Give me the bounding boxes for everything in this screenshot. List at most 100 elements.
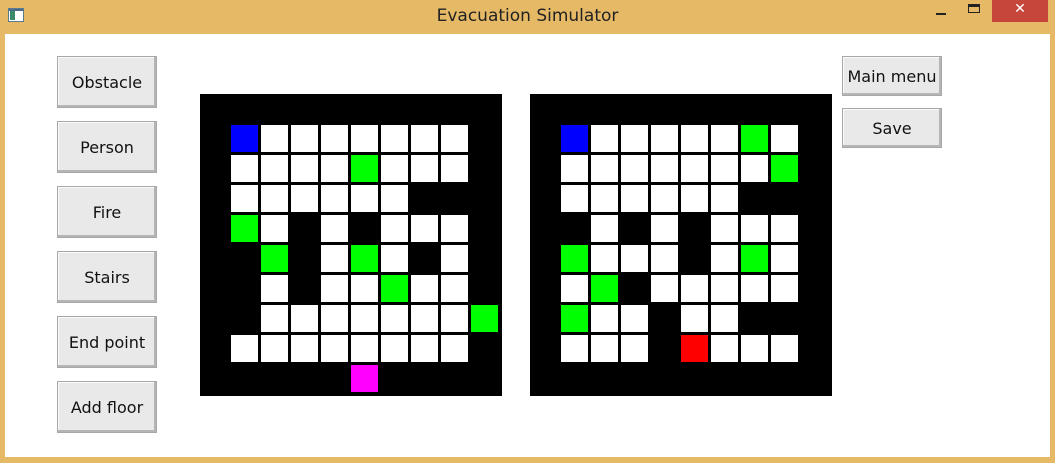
floor-cell[interactable] bbox=[290, 154, 319, 183]
floor-cell[interactable] bbox=[290, 304, 319, 333]
floor-cell[interactable] bbox=[620, 124, 649, 153]
floor-cell[interactable] bbox=[440, 244, 469, 273]
floor-cell[interactable] bbox=[320, 244, 349, 273]
floor-cell[interactable] bbox=[350, 274, 379, 303]
floor-cell[interactable] bbox=[380, 334, 409, 363]
stairs-cell[interactable] bbox=[560, 124, 589, 153]
floor-cell[interactable] bbox=[710, 274, 739, 303]
person-cell[interactable] bbox=[590, 274, 619, 303]
floor-cell[interactable] bbox=[740, 334, 769, 363]
person-cell[interactable] bbox=[470, 304, 499, 333]
floor-cell[interactable] bbox=[710, 244, 739, 273]
main-menu-button[interactable]: Main menu bbox=[842, 56, 942, 96]
floor-cell[interactable] bbox=[380, 214, 409, 243]
floor-cell[interactable] bbox=[410, 124, 439, 153]
floor-cell[interactable] bbox=[260, 154, 289, 183]
floor-cell[interactable] bbox=[410, 304, 439, 333]
floor-cell[interactable] bbox=[260, 334, 289, 363]
person-cell[interactable] bbox=[380, 274, 409, 303]
floor-cell[interactable] bbox=[590, 334, 619, 363]
floor-cell[interactable] bbox=[620, 244, 649, 273]
floor-cell[interactable] bbox=[680, 304, 709, 333]
floor-cell[interactable] bbox=[230, 334, 259, 363]
floor-cell[interactable] bbox=[590, 304, 619, 333]
floor-cell[interactable] bbox=[770, 334, 799, 363]
floor-grid-2[interactable] bbox=[530, 94, 832, 396]
floor-cell[interactable] bbox=[770, 124, 799, 153]
floor-cell[interactable] bbox=[560, 334, 589, 363]
stairs-button[interactable]: Stairs bbox=[57, 251, 157, 303]
floor-cell[interactable] bbox=[710, 124, 739, 153]
floor-cell[interactable] bbox=[560, 274, 589, 303]
person-cell[interactable] bbox=[230, 214, 259, 243]
floor-cell[interactable] bbox=[710, 154, 739, 183]
floor-cell[interactable] bbox=[620, 154, 649, 183]
floor-cell[interactable] bbox=[650, 184, 679, 213]
floor-cell[interactable] bbox=[260, 214, 289, 243]
floor-cell[interactable] bbox=[650, 274, 679, 303]
floor-cell[interactable] bbox=[710, 184, 739, 213]
floor-cell[interactable] bbox=[440, 214, 469, 243]
person-cell[interactable] bbox=[740, 244, 769, 273]
floor-cell[interactable] bbox=[770, 274, 799, 303]
maximize-icon[interactable] bbox=[959, 0, 991, 22]
floor-cell[interactable] bbox=[590, 244, 619, 273]
floor-cell[interactable] bbox=[440, 154, 469, 183]
floor-cell[interactable] bbox=[320, 124, 349, 153]
floor-grid-1[interactable] bbox=[200, 94, 502, 396]
floor-cell[interactable] bbox=[740, 274, 769, 303]
person-cell[interactable] bbox=[260, 244, 289, 273]
floor-cell[interactable] bbox=[320, 214, 349, 243]
floor-cell[interactable] bbox=[680, 154, 709, 183]
floor-cell[interactable] bbox=[620, 184, 649, 213]
end-point-cell[interactable] bbox=[350, 364, 379, 393]
fire-button[interactable]: Fire bbox=[57, 186, 157, 238]
floor-cell[interactable] bbox=[380, 184, 409, 213]
floor-cell[interactable] bbox=[290, 124, 319, 153]
floor-cell[interactable] bbox=[410, 214, 439, 243]
floor-cell[interactable] bbox=[680, 184, 709, 213]
obstacle-button[interactable]: Obstacle bbox=[57, 56, 157, 108]
person-cell[interactable] bbox=[560, 304, 589, 333]
floor-cell[interactable] bbox=[320, 304, 349, 333]
floor-cell[interactable] bbox=[410, 154, 439, 183]
floor-cell[interactable] bbox=[710, 304, 739, 333]
floor-cell[interactable] bbox=[590, 214, 619, 243]
floor-cell[interactable] bbox=[560, 184, 589, 213]
floor-cell[interactable] bbox=[380, 154, 409, 183]
person-cell[interactable] bbox=[560, 244, 589, 273]
floor-cell[interactable] bbox=[260, 304, 289, 333]
floor-cell[interactable] bbox=[410, 334, 439, 363]
floor-cell[interactable] bbox=[710, 334, 739, 363]
floor-cell[interactable] bbox=[440, 334, 469, 363]
person-cell[interactable] bbox=[770, 154, 799, 183]
floor-cell[interactable] bbox=[290, 334, 319, 363]
floor-cell[interactable] bbox=[320, 184, 349, 213]
floor-cell[interactable] bbox=[380, 124, 409, 153]
person-button[interactable]: Person bbox=[57, 121, 157, 173]
floor-cell[interactable] bbox=[650, 154, 679, 183]
person-cell[interactable] bbox=[350, 244, 379, 273]
floor-cell[interactable] bbox=[770, 244, 799, 273]
floor-cell[interactable] bbox=[560, 154, 589, 183]
floor-cell[interactable] bbox=[350, 124, 379, 153]
person-cell[interactable] bbox=[740, 124, 769, 153]
floor-cell[interactable] bbox=[320, 334, 349, 363]
floor-cell[interactable] bbox=[590, 154, 619, 183]
floor-cell[interactable] bbox=[350, 184, 379, 213]
person-cell[interactable] bbox=[350, 154, 379, 183]
floor-cell[interactable] bbox=[350, 334, 379, 363]
floor-cell[interactable] bbox=[320, 274, 349, 303]
floor-cell[interactable] bbox=[350, 304, 379, 333]
minimize-icon[interactable] bbox=[925, 0, 957, 22]
floor-cell[interactable] bbox=[770, 214, 799, 243]
floor-cell[interactable] bbox=[440, 304, 469, 333]
end-point-button[interactable]: End point bbox=[57, 316, 157, 368]
save-button[interactable]: Save bbox=[842, 108, 942, 148]
floor-cell[interactable] bbox=[260, 184, 289, 213]
floor-cell[interactable] bbox=[230, 154, 259, 183]
floor-cell[interactable] bbox=[410, 274, 439, 303]
floor-cell[interactable] bbox=[440, 124, 469, 153]
floor-cell[interactable] bbox=[650, 214, 679, 243]
floor-cell[interactable] bbox=[650, 244, 679, 273]
